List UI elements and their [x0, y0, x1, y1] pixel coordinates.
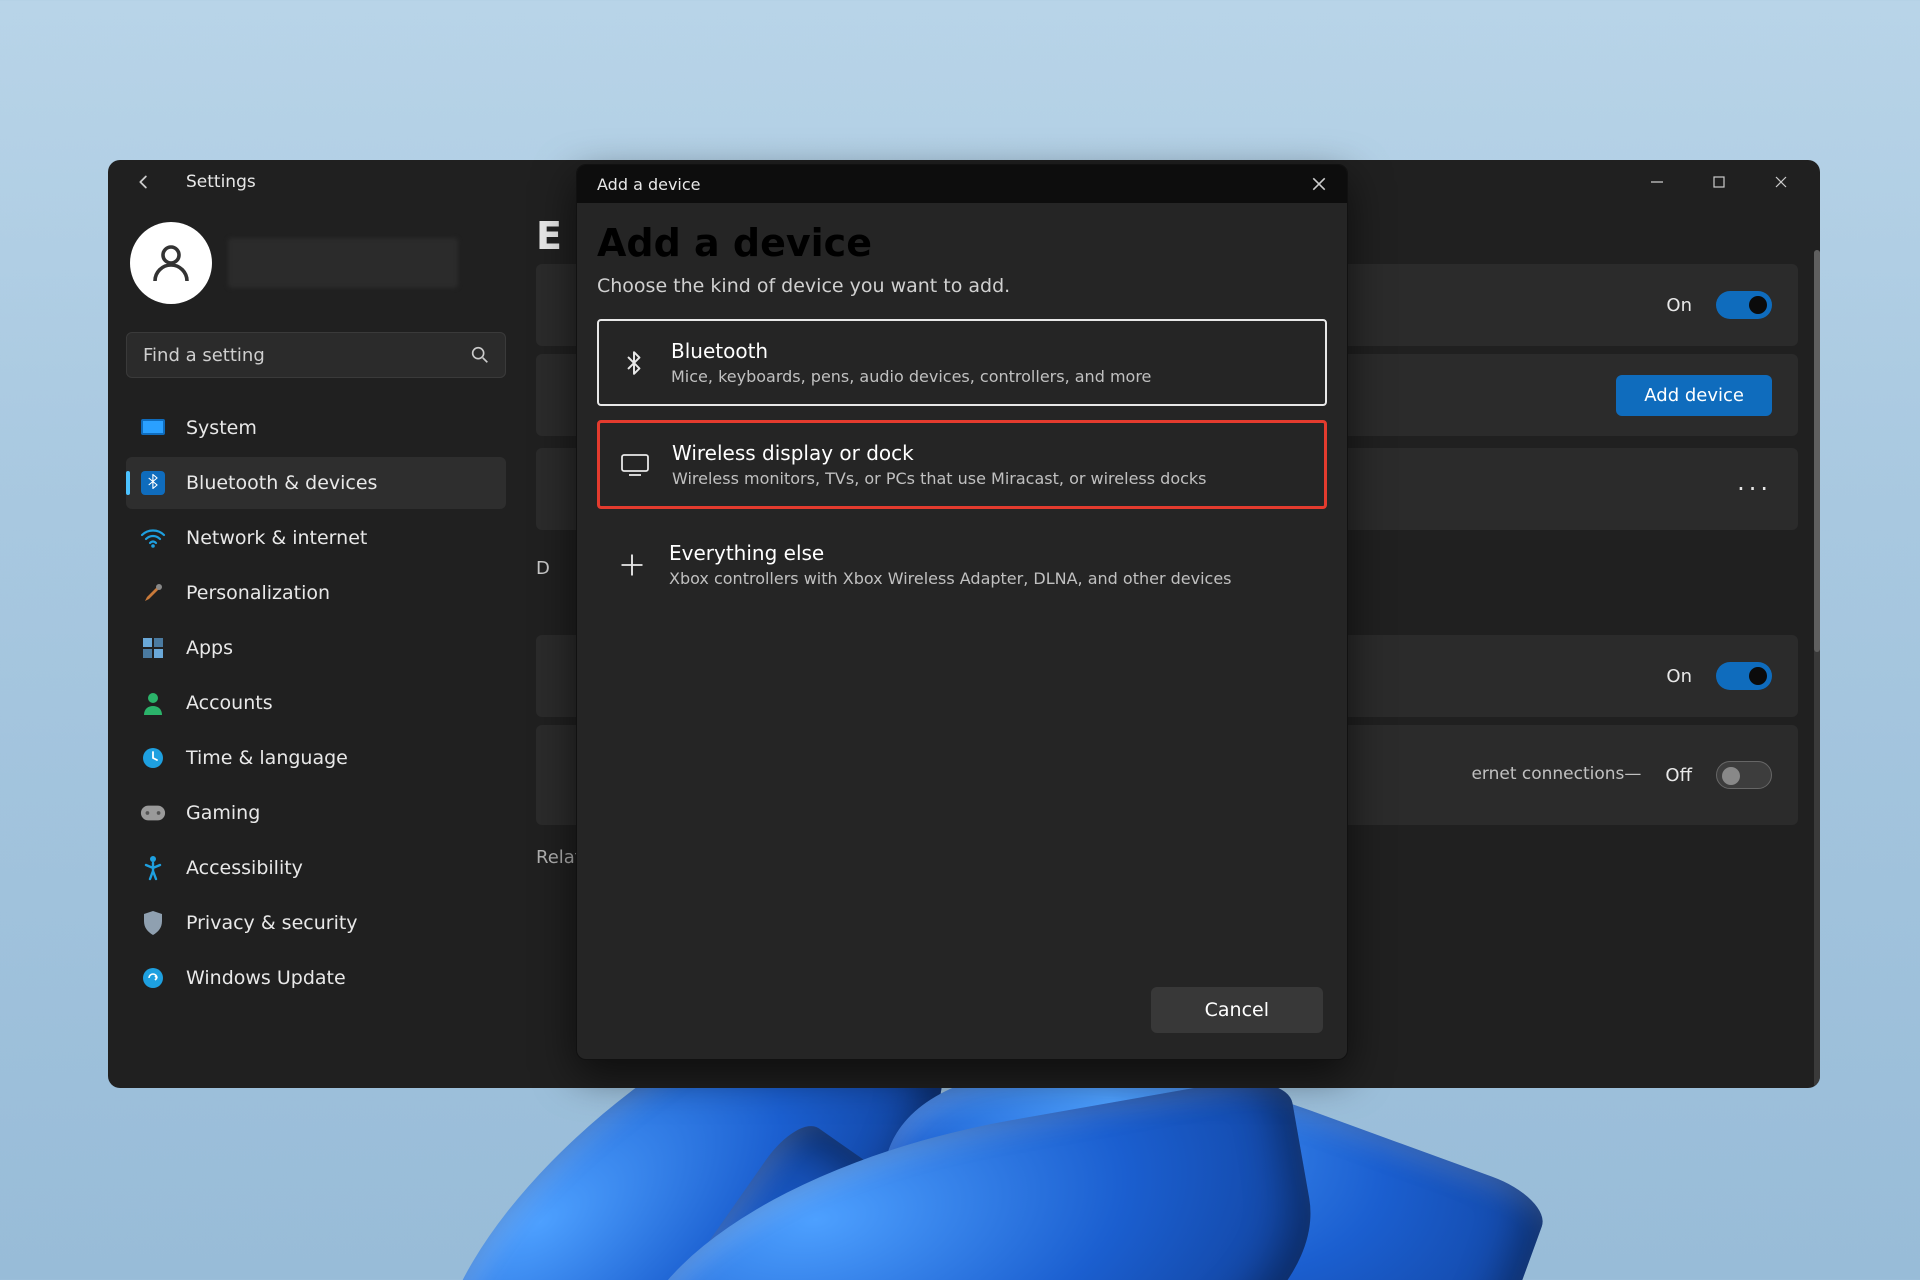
shield-icon — [140, 910, 166, 936]
window-controls — [1626, 162, 1812, 202]
nav-accounts[interactable]: Accounts — [126, 677, 506, 729]
option-bluetooth[interactable]: Bluetooth Mice, keyboards, pens, audio d… — [597, 319, 1327, 406]
dialog-subtitle: Choose the kind of device you want to ad… — [597, 275, 1327, 297]
avatar — [130, 222, 212, 304]
nav-bluetooth-devices[interactable]: Bluetooth & devices — [126, 457, 506, 509]
minimize-button[interactable] — [1626, 162, 1688, 202]
nav-privacy-security[interactable]: Privacy & security — [126, 897, 506, 949]
dialog-title: Add a device — [597, 221, 1327, 265]
nav-apps[interactable]: Apps — [126, 622, 506, 674]
search-icon — [469, 344, 491, 366]
nav-label: Gaming — [186, 802, 260, 824]
globe-clock-icon — [140, 745, 166, 771]
setting-toggle-2[interactable] — [1716, 662, 1772, 690]
more-icon[interactable]: ··· — [1737, 475, 1772, 503]
nav-windows-update[interactable]: Windows Update — [126, 952, 506, 1004]
nav-label: System — [186, 417, 257, 439]
option-wireless-display[interactable]: Wireless display or dock Wireless monito… — [597, 420, 1327, 509]
nav-label: Accounts — [186, 692, 273, 714]
window-title: Settings — [186, 172, 256, 192]
nav-personalization[interactable]: Personalization — [126, 567, 506, 619]
plus-icon — [615, 548, 649, 582]
brush-icon — [140, 580, 166, 606]
nav-label: Network & internet — [186, 527, 367, 549]
monitor-icon — [618, 448, 652, 482]
toggle-state: On — [1666, 666, 1692, 687]
update-icon — [140, 965, 166, 991]
option-title: Bluetooth — [671, 339, 1151, 363]
apps-icon — [140, 635, 166, 661]
option-desc: Xbox controllers with Xbox Wireless Adap… — [669, 569, 1232, 588]
gamepad-icon — [140, 800, 166, 826]
back-button[interactable] — [130, 168, 158, 196]
option-desc: Wireless monitors, TVs, or PCs that use … — [672, 469, 1207, 488]
maximize-button[interactable] — [1688, 162, 1750, 202]
person-icon — [140, 690, 166, 716]
option-title: Wireless display or dock — [672, 441, 1207, 465]
bluetooth-toggle[interactable] — [1716, 291, 1772, 319]
search-input[interactable]: Find a setting — [126, 332, 506, 378]
add-device-dialog: Add a device Add a device Choose the kin… — [576, 164, 1348, 1060]
dialog-close-button[interactable] — [1305, 170, 1333, 198]
nav-system[interactable]: System — [126, 402, 506, 454]
nav-list: System Bluetooth & devices Network & int… — [126, 402, 506, 1004]
nav-time-language[interactable]: Time & language — [126, 732, 506, 784]
close-button[interactable] — [1750, 162, 1812, 202]
nav-network[interactable]: Network & internet — [126, 512, 506, 564]
profile-name-redacted — [228, 238, 458, 288]
profile-section[interactable] — [126, 222, 506, 304]
bluetooth-icon — [617, 346, 651, 380]
metered-toggle[interactable] — [1716, 761, 1772, 789]
toggle-state: On — [1666, 295, 1692, 316]
scrollbar[interactable] — [1814, 250, 1820, 1088]
accessibility-icon — [140, 855, 166, 881]
nav-label: Privacy & security — [186, 912, 358, 934]
search-placeholder: Find a setting — [143, 345, 265, 366]
bluetooth-icon — [140, 470, 166, 496]
nav-label: Accessibility — [186, 857, 303, 879]
nav-label: Apps — [186, 637, 233, 659]
nav-label: Time & language — [186, 747, 348, 769]
wifi-icon — [140, 525, 166, 551]
nav-gaming[interactable]: Gaming — [126, 787, 506, 839]
nav-label: Windows Update — [186, 967, 346, 989]
option-title: Everything else — [669, 541, 1232, 565]
cancel-button[interactable]: Cancel — [1151, 987, 1323, 1033]
toggle-state: Off — [1665, 765, 1692, 786]
system-icon — [140, 415, 166, 441]
nav-label: Bluetooth & devices — [186, 472, 377, 494]
sidebar: Find a setting System Bluetooth & device… — [108, 204, 522, 1088]
option-desc: Mice, keyboards, pens, audio devices, co… — [671, 367, 1151, 386]
dialog-titlebar-text: Add a device — [597, 175, 701, 194]
option-everything-else[interactable]: Everything else Xbox controllers with Xb… — [597, 523, 1327, 606]
add-device-button[interactable]: Add device — [1616, 375, 1772, 416]
dialog-titlebar: Add a device — [577, 165, 1347, 203]
nav-accessibility[interactable]: Accessibility — [126, 842, 506, 894]
nav-label: Personalization — [186, 582, 330, 604]
